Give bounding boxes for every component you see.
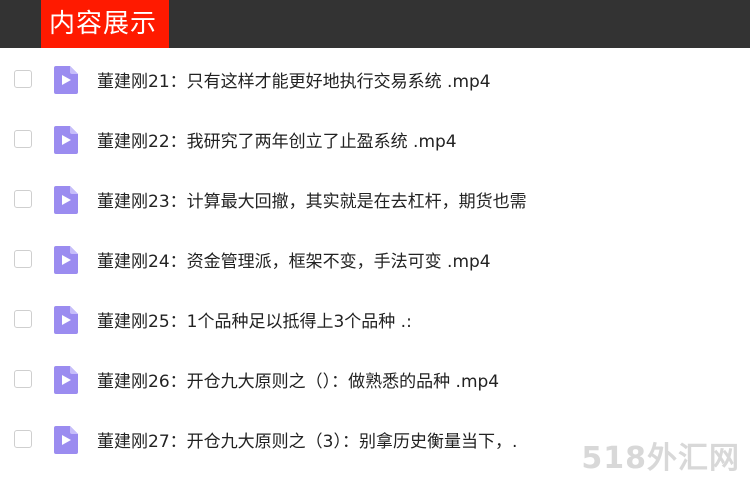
- file-name[interactable]: 董建刚24：资金管理派，框架不变，手法可变 .mp4: [97, 247, 491, 272]
- list-item[interactable]: 董建刚24：资金管理派，框架不变，手法可变 .mp4: [0, 230, 750, 290]
- list-item[interactable]: 董建刚23：计算最大回撤，其实就是在去杠杆，期货也需: [0, 170, 750, 230]
- file-list: 董建刚21：只有这样才能更好地执行交易系统 .mp4 董建刚22：我研究了两年创…: [0, 50, 750, 470]
- header-bar: 内容展示: [0, 0, 750, 48]
- list-item[interactable]: 董建刚22：我研究了两年创立了止盈系统 .mp4: [0, 110, 750, 170]
- select-checkbox[interactable]: [14, 370, 32, 388]
- select-checkbox[interactable]: [14, 130, 32, 148]
- video-file-icon: [54, 306, 78, 334]
- select-checkbox[interactable]: [14, 310, 32, 328]
- list-item[interactable]: 董建刚21：只有这样才能更好地执行交易系统 .mp4: [0, 50, 750, 110]
- section-title: 内容展示: [41, 0, 170, 48]
- video-file-icon: [54, 366, 78, 394]
- select-checkbox[interactable]: [14, 70, 32, 88]
- file-name[interactable]: 董建刚21：只有这样才能更好地执行交易系统 .mp4: [97, 67, 491, 92]
- select-checkbox[interactable]: [14, 190, 32, 208]
- select-checkbox[interactable]: [14, 430, 32, 448]
- list-item[interactable]: 董建刚25：1个品种足以抵得上3个品种 .:: [0, 290, 750, 350]
- file-name[interactable]: 董建刚26：开仓九大原则之（）：做熟悉的品种 .mp4: [97, 367, 499, 392]
- video-file-icon: [54, 186, 78, 214]
- file-name[interactable]: 董建刚25：1个品种足以抵得上3个品种 .:: [97, 307, 412, 332]
- file-name[interactable]: 董建刚22：我研究了两年创立了止盈系统 .mp4: [97, 127, 457, 152]
- list-item[interactable]: 董建刚26：开仓九大原则之（）：做熟悉的品种 .mp4: [0, 350, 750, 410]
- video-file-icon: [54, 66, 78, 94]
- select-checkbox[interactable]: [14, 250, 32, 268]
- file-name[interactable]: 董建刚23：计算最大回撤，其实就是在去杠杆，期货也需: [97, 187, 527, 212]
- video-file-icon: [54, 126, 78, 154]
- video-file-icon: [54, 426, 78, 454]
- watermark: 518外汇网: [581, 441, 740, 476]
- video-file-icon: [54, 246, 78, 274]
- file-name[interactable]: 董建刚27：开仓九大原则之（3）：别拿历史衡量当下，.: [97, 427, 517, 452]
